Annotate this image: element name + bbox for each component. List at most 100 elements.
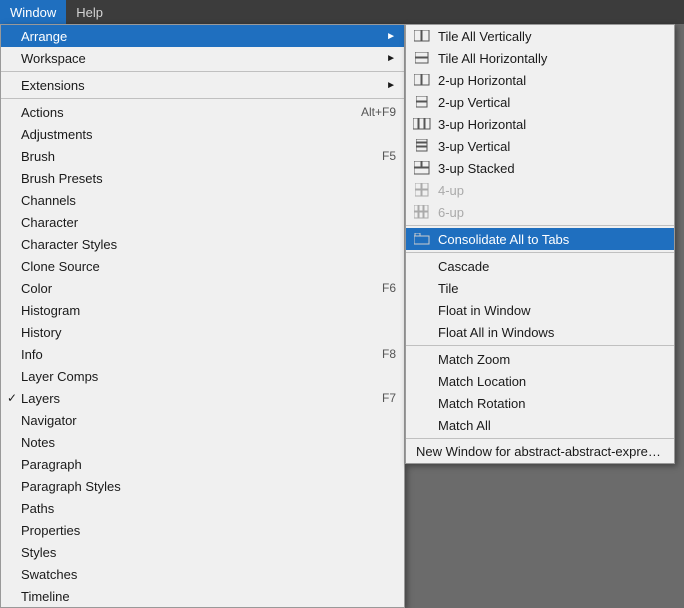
separator-2 [1,98,404,99]
menu-item-arrange-label: Arrange [21,29,67,44]
layers-check-icon: ✓ [7,391,17,405]
3up-s-icon [412,161,432,175]
menu-item-color[interactable]: Color F6 [1,277,404,299]
menu-item-channels[interactable]: Channels [1,189,404,211]
submenu-match-rotation-label: Match Rotation [438,396,525,411]
submenu-match-all-label: Match All [438,418,491,433]
menu-item-paragraph-styles-label: Paragraph Styles [21,479,121,494]
submenu-3up-stacked-label: 3-up Stacked [438,161,515,176]
menu-item-brush-presets-label: Brush Presets [21,171,103,186]
menu-item-extensions-label: Extensions [21,78,85,93]
menu-item-clone-source-label: Clone Source [21,259,100,274]
menubar-window[interactable]: Window [0,0,66,24]
menu-item-timeline-label: Timeline [21,589,70,604]
submenu-float-in-window[interactable]: Float in Window [406,299,674,321]
color-shortcut: F6 [342,281,396,295]
menu-item-info[interactable]: Info F8 [1,343,404,365]
submenu-tile-all-horizontally-label: Tile All Horizontally [438,51,547,66]
3up-v-icon [412,139,432,153]
submenu-match-location-label: Match Location [438,374,526,389]
submenu-match-rotation[interactable]: Match Rotation [406,392,674,414]
menu-item-properties-label: Properties [21,523,80,538]
menu-item-character[interactable]: Character [1,211,404,233]
menu-item-paths[interactable]: Paths [1,497,404,519]
menu-item-arrange[interactable]: Arrange ► [1,25,404,47]
2up-h-icon [412,73,432,87]
menubar-help[interactable]: Help [66,0,113,24]
menu-item-brush-presets[interactable]: Brush Presets [1,167,404,189]
menu-item-clone-source[interactable]: Clone Source [1,255,404,277]
menu-item-notes[interactable]: Notes [1,431,404,453]
menu-item-layers-label: Layers [21,391,60,406]
menu-item-notes-label: Notes [21,435,55,450]
menu-item-navigator-label: Navigator [21,413,77,428]
menubar-window-label: Window [10,5,56,20]
submenu-3up-horizontal[interactable]: 3-up Horizontal [406,113,674,135]
tile-h-icon [412,51,432,65]
sub-separator-1 [406,225,674,226]
submenu-consolidate-all-tabs[interactable]: Consolidate All to Tabs [406,228,674,250]
menu-item-brush[interactable]: Brush F5 [1,145,404,167]
menu-item-paragraph-label: Paragraph [21,457,82,472]
menu-item-character-label: Character [21,215,78,230]
menu-item-layer-comps-label: Layer Comps [21,369,98,384]
arrange-arrow-icon: ► [386,31,396,42]
3up-h-icon [412,117,432,131]
submenu-tile-all-vertically[interactable]: Tile All Vertically [406,25,674,47]
menu-item-character-styles[interactable]: Character Styles [1,233,404,255]
submenu-match-zoom[interactable]: Match Zoom [406,348,674,370]
menu-item-workspace-label: Workspace [21,51,86,66]
submenu-cascade-label: Cascade [438,259,489,274]
submenu-6up[interactable]: 6-up [406,201,674,223]
menu-item-styles[interactable]: Styles [1,541,404,563]
menu-item-navigator[interactable]: Navigator [1,409,404,431]
submenu-tile[interactable]: Tile [406,277,674,299]
menu-item-paragraph-styles[interactable]: Paragraph Styles [1,475,404,497]
menu-item-adjustments-label: Adjustments [21,127,93,142]
separator-1 [1,71,404,72]
submenu-match-zoom-label: Match Zoom [438,352,510,367]
menu-item-layer-comps[interactable]: Layer Comps [1,365,404,387]
menu-item-history[interactable]: History [1,321,404,343]
submenu-2up-vertical[interactable]: 2-up Vertical [406,91,674,113]
menu-item-paragraph[interactable]: Paragraph [1,453,404,475]
submenu-cascade[interactable]: Cascade [406,255,674,277]
submenu-4up-label: 4-up [438,183,464,198]
submenu-3up-vertical-label: 3-up Vertical [438,139,510,154]
window-menu-dropdown: Arrange ► Workspace ► Extensions ► Actio… [0,24,405,608]
menu-item-actions-label: Actions [21,105,64,120]
menu-item-histogram-label: Histogram [21,303,80,318]
submenu-match-all[interactable]: Match All [406,414,674,436]
layers-shortcut: F7 [342,391,396,405]
4up-icon [412,183,432,197]
submenu-2up-horizontal-label: 2-up Horizontal [438,73,526,88]
menu-item-layers[interactable]: ✓ Layers F7 [1,387,404,409]
menu-item-workspace[interactable]: Workspace ► [1,47,404,69]
menu-item-timeline[interactable]: Timeline [1,585,404,607]
workspace-arrow-icon: ► [386,53,396,64]
submenu-3up-horizontal-label: 3-up Horizontal [438,117,526,132]
submenu-4up[interactable]: 4-up [406,179,674,201]
menubar: Window Help [0,0,684,24]
submenu-2up-horizontal[interactable]: 2-up Horizontal [406,69,674,91]
menu-item-paths-label: Paths [21,501,54,516]
menu-item-styles-label: Styles [21,545,56,560]
submenu-tile-all-vertically-label: Tile All Vertically [438,29,531,44]
submenu-tile-all-horizontally[interactable]: Tile All Horizontally [406,47,674,69]
menu-item-adjustments[interactable]: Adjustments [1,123,404,145]
submenu-6up-label: 6-up [438,205,464,220]
menu-item-swatches[interactable]: Swatches [1,563,404,585]
submenu-new-window[interactable]: New Window for abstract-abstract-express… [406,441,674,463]
arrange-submenu: Tile All Vertically Tile All Horizontall… [405,24,675,464]
submenu-3up-vertical[interactable]: 3-up Vertical [406,135,674,157]
menu-item-actions[interactable]: Actions Alt+F9 [1,101,404,123]
submenu-3up-stacked[interactable]: 3-up Stacked [406,157,674,179]
menu-item-properties[interactable]: Properties [1,519,404,541]
2up-v-icon [412,95,432,109]
menu-item-histogram[interactable]: Histogram [1,299,404,321]
submenu-new-window-label: New Window for abstract-abstract-express… [416,444,674,459]
submenu-match-location[interactable]: Match Location [406,370,674,392]
info-shortcut: F8 [342,347,396,361]
submenu-float-all-in-windows[interactable]: Float All in Windows [406,321,674,343]
menu-item-extensions[interactable]: Extensions ► [1,74,404,96]
